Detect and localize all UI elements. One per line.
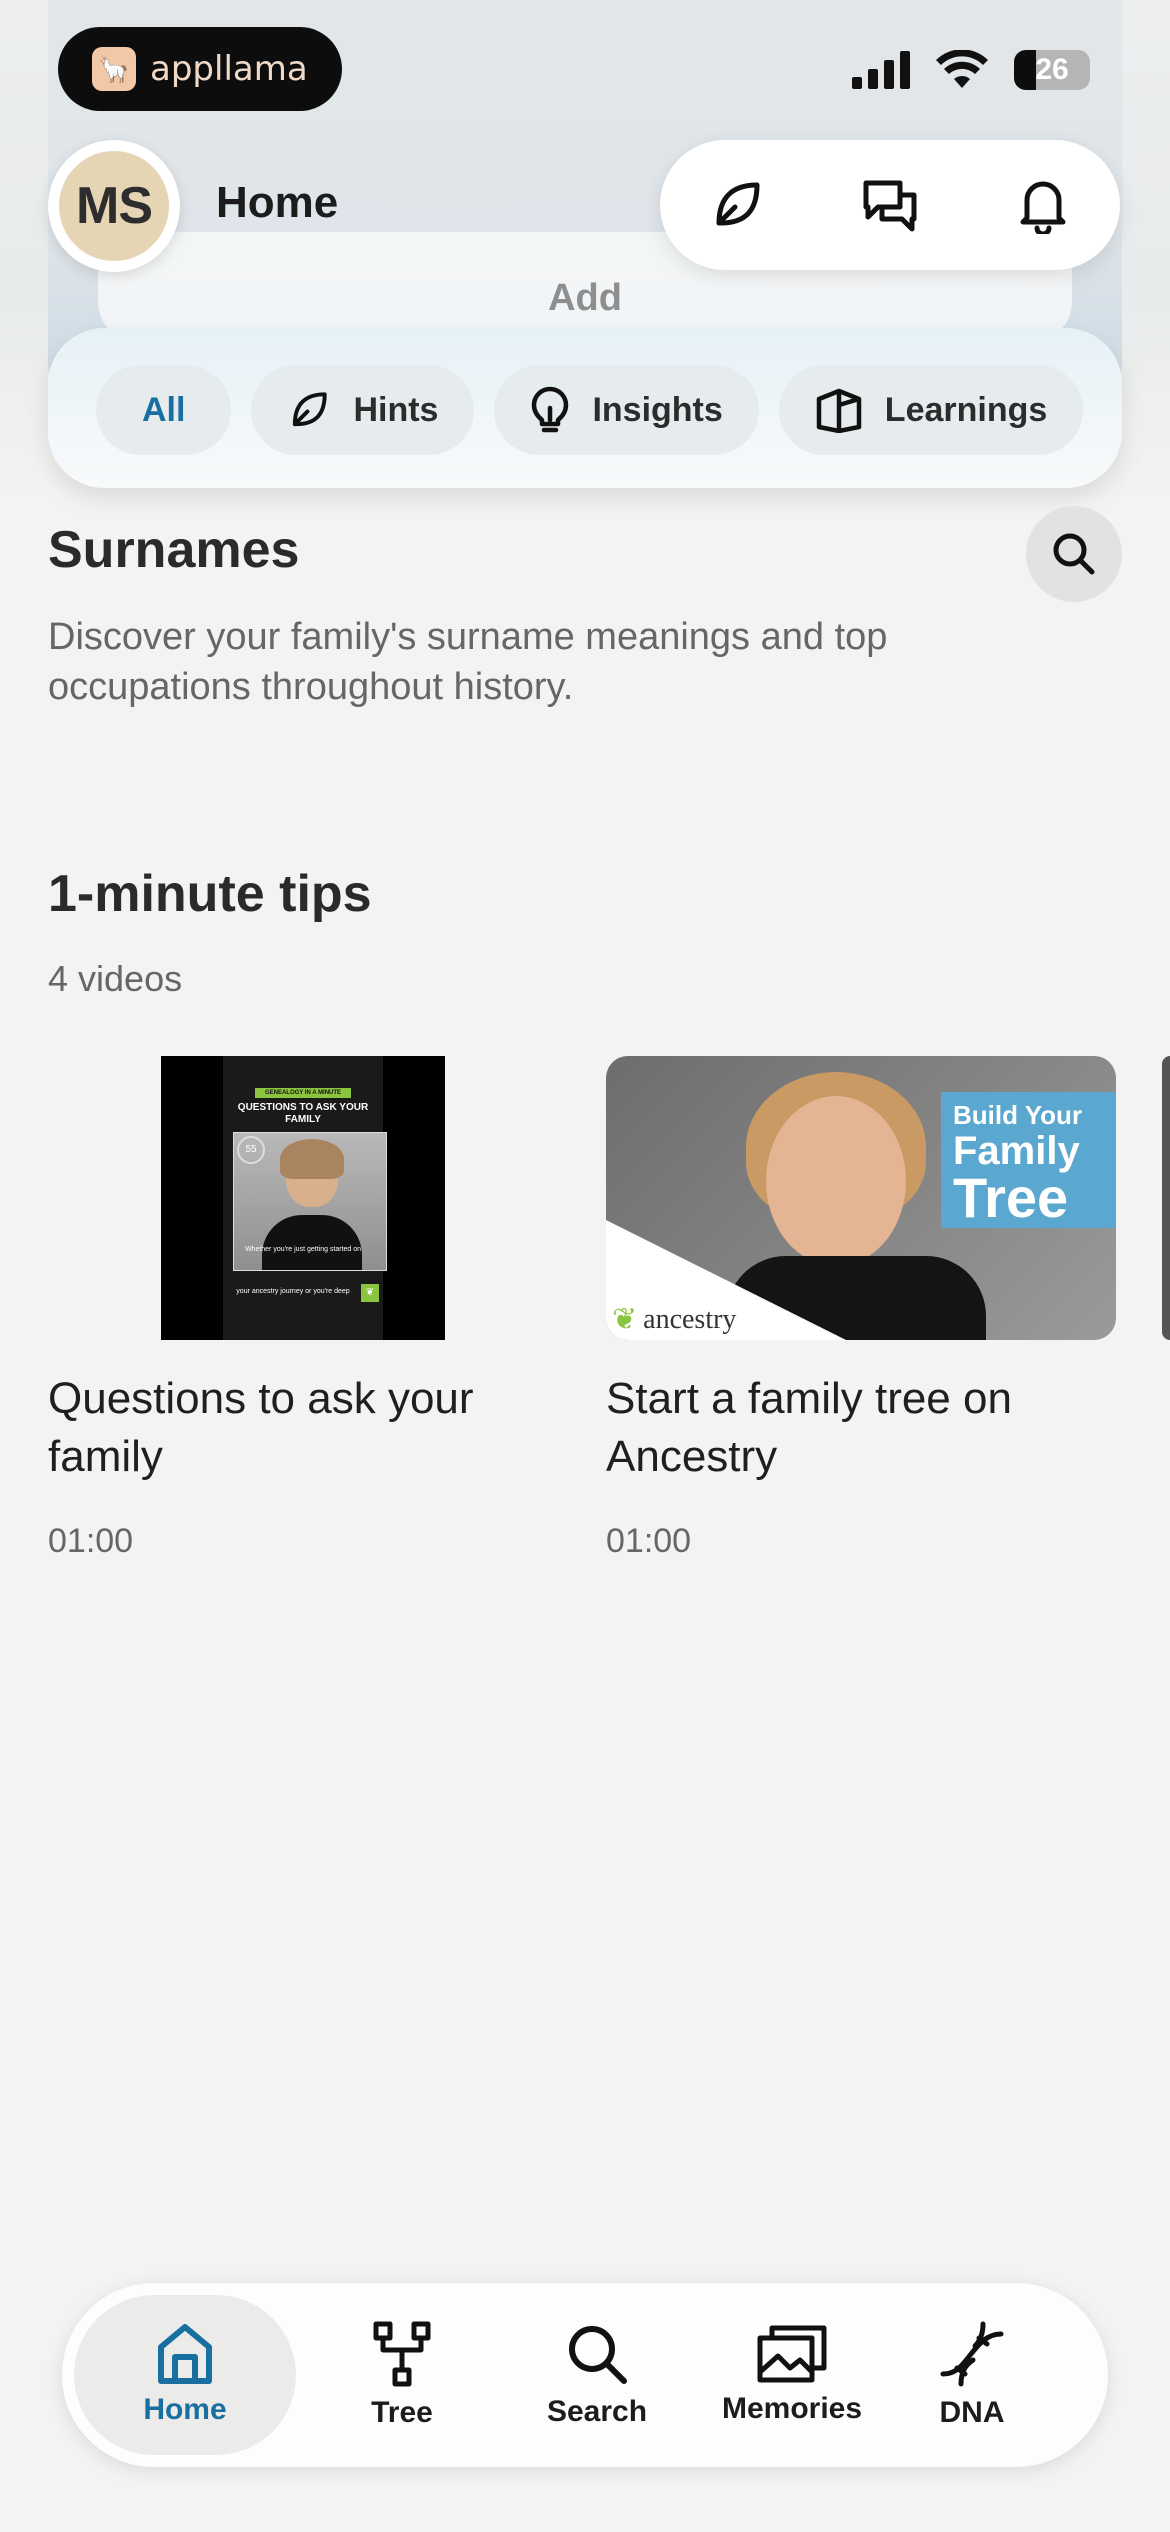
thumb-caption: your ancestry journey or you're deep <box>236 1288 350 1295</box>
tree-icon <box>373 2321 431 2387</box>
ancestry-leaf-icon: ❦ <box>612 1303 638 1336</box>
video-title: Start a family tree on Ancestry <box>606 1374 1012 1481</box>
filter-panel: All Hints Insights Learnings <box>48 328 1122 488</box>
nav-label: DNA <box>939 2396 1005 2429</box>
video-card[interactable]: GENEALOGY IN A MINUTE QUESTIONS TO ASK Y… <box>48 1056 528 1561</box>
video-title: Questions to ask your family <box>48 1374 474 1481</box>
video-thumbnail: GENEALOGY IN A MINUTE QUESTIONS TO ASK Y… <box>161 1056 445 1340</box>
video-card[interactable]: Build Your Family Tree ❦ ancestry Start … <box>606 1056 1116 1561</box>
filter-chip-all[interactable]: All <box>96 365 232 455</box>
book-icon <box>816 388 862 433</box>
memories-icon <box>757 2325 827 2383</box>
thumb-timer: 55 <box>237 1136 265 1164</box>
ancestry-logo: ❦ ancestry <box>612 1302 736 1337</box>
battery-icon: 26 <box>1014 50 1090 90</box>
avatar: MS <box>59 151 169 261</box>
thumb-line: Family <box>953 1129 1080 1173</box>
llama-icon: 🦙 <box>92 47 136 91</box>
video-duration: 01:00 <box>606 1522 692 1560</box>
notifications-button[interactable] <box>998 160 1088 250</box>
nav-label: Memories <box>721 2392 863 2425</box>
app-badge-label: appllama <box>150 49 308 89</box>
filter-chip-hints[interactable]: Hints <box>251 365 475 455</box>
status-icons: 26 <box>852 50 1090 90</box>
tips-title: 1-minute tips <box>48 865 372 923</box>
search-icon <box>569 2326 627 2384</box>
hints-button[interactable] <box>692 160 782 250</box>
bottom-nav: Home Tree Search Memories DNA <box>62 2283 1108 2467</box>
filter-chip-label: Hints <box>353 390 439 429</box>
filter-chip-label: Learnings <box>884 390 1048 429</box>
page-title: Home <box>216 178 339 227</box>
home-icon <box>158 2324 212 2384</box>
add-label: Add <box>548 277 622 319</box>
avatar-button[interactable]: MS <box>48 140 180 272</box>
app-badge: 🦙 appllama <box>58 27 342 111</box>
signal-icon <box>852 51 910 89</box>
surname-search-button[interactable] <box>1026 506 1122 602</box>
nav-home[interactable]: Home <box>74 2295 296 2455</box>
thumb-line: Build Your <box>953 1100 1083 1130</box>
lightbulb-icon <box>532 386 569 433</box>
search-icon <box>1053 533 1095 575</box>
ancestry-wordmark: ancestry <box>643 1303 737 1335</box>
thumb-title-box: Build Your Family Tree <box>941 1092 1116 1228</box>
dna-icon <box>940 2321 1004 2387</box>
leaf-icon <box>293 392 328 427</box>
video-duration: 01:00 <box>48 1522 134 1560</box>
nav-label: Tree <box>371 2396 433 2429</box>
thumb-heading: QUESTIONS TO ASK YOUR FAMILY <box>237 1102 369 1125</box>
filter-chip-label: Insights <box>592 390 723 429</box>
thumb-caption: Whether you're just getting started on <box>244 1246 362 1253</box>
next-video-thumbnail[interactable] <box>1162 1056 1170 1340</box>
nav-search[interactable]: Search <box>512 2295 682 2455</box>
thumb-line: Tree <box>953 1166 1069 1229</box>
surnames-description: Discover your family's surname meanings … <box>48 616 888 708</box>
tips-count: 4 videos <box>48 958 183 999</box>
nav-memories[interactable]: Memories <box>702 2295 882 2455</box>
filter-chip-learnings[interactable]: Learnings <box>778 365 1084 455</box>
battery-level: 26 <box>1035 53 1069 86</box>
filter-chip-label: All <box>142 390 186 429</box>
ancestry-leaf-icon: ❦ <box>361 1284 379 1302</box>
nav-label: Home <box>143 2393 227 2426</box>
nav-tree[interactable]: Tree <box>322 2295 482 2455</box>
filter-chips: All Hints Insights Learnings <box>96 365 1084 455</box>
messages-button[interactable] <box>845 160 935 250</box>
video-thumbnail: Build Your Family Tree ❦ ancestry <box>606 1056 1116 1340</box>
bell-icon <box>1020 181 1066 234</box>
leaf-icon <box>716 182 760 226</box>
thumb-banner: GENEALOGY IN A MINUTE <box>255 1088 351 1098</box>
wifi-icon <box>936 50 988 88</box>
header-actions <box>660 140 1120 270</box>
nav-label: Search <box>546 2395 648 2428</box>
nav-dna[interactable]: DNA <box>902 2295 1042 2455</box>
filter-chip-insights[interactable]: Insights <box>494 365 759 455</box>
surnames-title: Surnames <box>48 521 300 579</box>
chat-icon <box>863 180 917 232</box>
